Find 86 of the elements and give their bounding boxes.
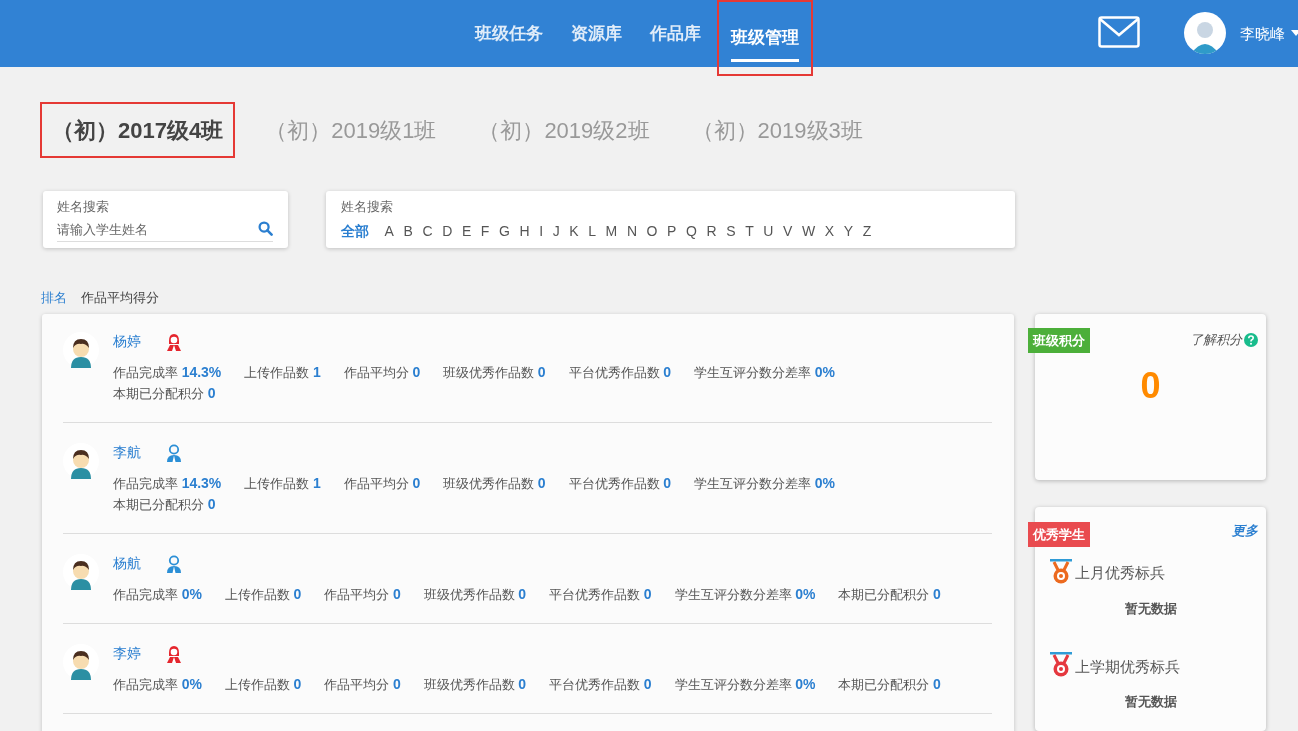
- stat-text: 上传作品数 0: [224, 584, 302, 604]
- mail-icon[interactable]: [1098, 16, 1140, 48]
- caret-icon[interactable]: [1291, 30, 1298, 36]
- stat-text: 班级优秀作品数 0: [423, 674, 527, 694]
- stat-text: 本期已分配积分 0: [838, 584, 941, 604]
- letter-filter[interactable]: P: [667, 220, 677, 242]
- letter-filter[interactable]: J: [552, 220, 560, 242]
- stat-text: 班级优秀作品数 0: [423, 584, 527, 604]
- points-help-link[interactable]: 了解积分: [1190, 330, 1258, 350]
- letter-filter[interactable]: V: [783, 220, 793, 242]
- stat-text: 平台优秀作品数 0: [549, 674, 652, 694]
- stat-text: 上传作品数 1: [244, 362, 321, 382]
- letter-filter[interactable]: U: [763, 220, 774, 242]
- letter-filter[interactable]: Y: [843, 220, 854, 242]
- student-avatar: [63, 442, 99, 479]
- student-name[interactable]: 杨航: [113, 553, 141, 574]
- letter-filter[interactable]: 全部: [341, 220, 369, 242]
- empty-text: 暂无数据: [1123, 599, 1178, 618]
- letter-filter[interactable]: X: [824, 220, 835, 242]
- student-name[interactable]: 李婷: [113, 643, 141, 664]
- points-value: 0: [1139, 363, 1162, 408]
- letter-filter[interactable]: L: [588, 220, 596, 242]
- user-name[interactable]: 李晓峰: [1240, 23, 1285, 46]
- stat-text: 平台优秀作品数 0: [568, 473, 671, 493]
- stat-text: 平台优秀作品数 0: [568, 362, 671, 382]
- stat-text: 学生互评分数分差率 0%: [694, 362, 835, 382]
- stat-text: 学生互评分数分差率 0%: [674, 584, 816, 604]
- help-icon: [1244, 333, 1258, 347]
- letter-filter[interactable]: I: [539, 220, 544, 242]
- student-avatar: [63, 553, 99, 590]
- letter-filter[interactable]: B: [403, 220, 413, 242]
- stat-text: 上传作品数 0: [224, 674, 302, 694]
- empty-text: 暂无数据: [1123, 693, 1178, 711]
- stat-text: 班级优秀作品数 0: [443, 362, 546, 382]
- letter-filter[interactable]: N: [626, 220, 637, 242]
- card-tag: 优秀学生: [1028, 521, 1090, 547]
- letter-filter[interactable]: G: [499, 220, 510, 242]
- stat-text: 本期已分配积分 0: [113, 494, 216, 514]
- card-tag: 班级积分: [1028, 327, 1090, 353]
- filter-label: 姓名搜索: [341, 198, 394, 216]
- stat-text: 作品平均分 0: [343, 362, 421, 382]
- letter-filter[interactable]: R: [706, 220, 717, 242]
- stat-text: 作品完成率 0%: [113, 584, 202, 604]
- stat-text: 平台优秀作品数 0: [549, 584, 652, 604]
- letter-filter[interactable]: K: [569, 220, 579, 242]
- letter-filter[interactable]: W: [801, 220, 816, 242]
- student-name[interactable]: 杨婷: [113, 331, 141, 352]
- sort-option[interactable]: 作品平均得分: [81, 288, 159, 308]
- letter-filter[interactable]: C: [422, 220, 433, 242]
- letter-filter[interactable]: T: [745, 220, 754, 242]
- search-icon[interactable]: [258, 220, 273, 236]
- stat-text: 作品平均分 0: [324, 674, 401, 694]
- letter-filter[interactable]: H: [519, 220, 530, 242]
- stat-text: 作品完成率 14.3%: [113, 362, 222, 382]
- stat-text: 本期已分配积分 0: [113, 383, 216, 403]
- letter-filter[interactable]: D: [442, 220, 453, 242]
- stat-text: 作品平均分 0: [343, 473, 421, 493]
- more-link[interactable]: 更多: [1232, 521, 1258, 541]
- stat-text: 学生互评分数分差率 0%: [694, 473, 835, 493]
- letter-filter[interactable]: M: [605, 220, 618, 242]
- search-box[interactable]: 姓名搜索 请输入学生姓名: [43, 191, 288, 248]
- letter-filter[interactable]: Q: [686, 220, 697, 242]
- user-avatar[interactable]: [1184, 12, 1226, 54]
- sort-option[interactable]: 排名: [41, 288, 67, 308]
- stat-text: 作品完成率 14.3%: [113, 473, 222, 493]
- student-avatar: [63, 331, 99, 368]
- stat-text: 作品平均分 0: [324, 584, 401, 604]
- letter-filter[interactable]: F: [480, 220, 490, 242]
- stat-text: 学生互评分数分差率 0%: [674, 674, 816, 694]
- letter-filter[interactable]: E: [461, 220, 472, 242]
- nav-tab[interactable]: 班级管理: [717, 0, 813, 76]
- stat-text: 上传作品数 1: [244, 473, 321, 493]
- letter-filter[interactable]: O: [646, 220, 658, 242]
- section-title: 上月优秀标兵: [1075, 563, 1165, 583]
- stat-text: 班级优秀作品数 0: [443, 473, 546, 493]
- letter-filter[interactable]: S: [726, 220, 736, 242]
- class-tab[interactable]: （初）2017级4班: [40, 102, 236, 158]
- section-title: 上学期优秀标兵: [1075, 656, 1180, 677]
- stat-text: 本期已分配积分 0: [838, 674, 941, 694]
- name-search-field[interactable]: 请输入学生姓名: [57, 217, 273, 242]
- student-avatar: [63, 643, 99, 680]
- letter-filter[interactable]: Z: [862, 220, 872, 242]
- search-label: 姓名搜索: [57, 198, 110, 216]
- student-name[interactable]: 李航: [113, 442, 141, 463]
- stat-text: 作品完成率 0%: [113, 674, 202, 694]
- letter-filter[interactable]: A: [384, 220, 394, 242]
